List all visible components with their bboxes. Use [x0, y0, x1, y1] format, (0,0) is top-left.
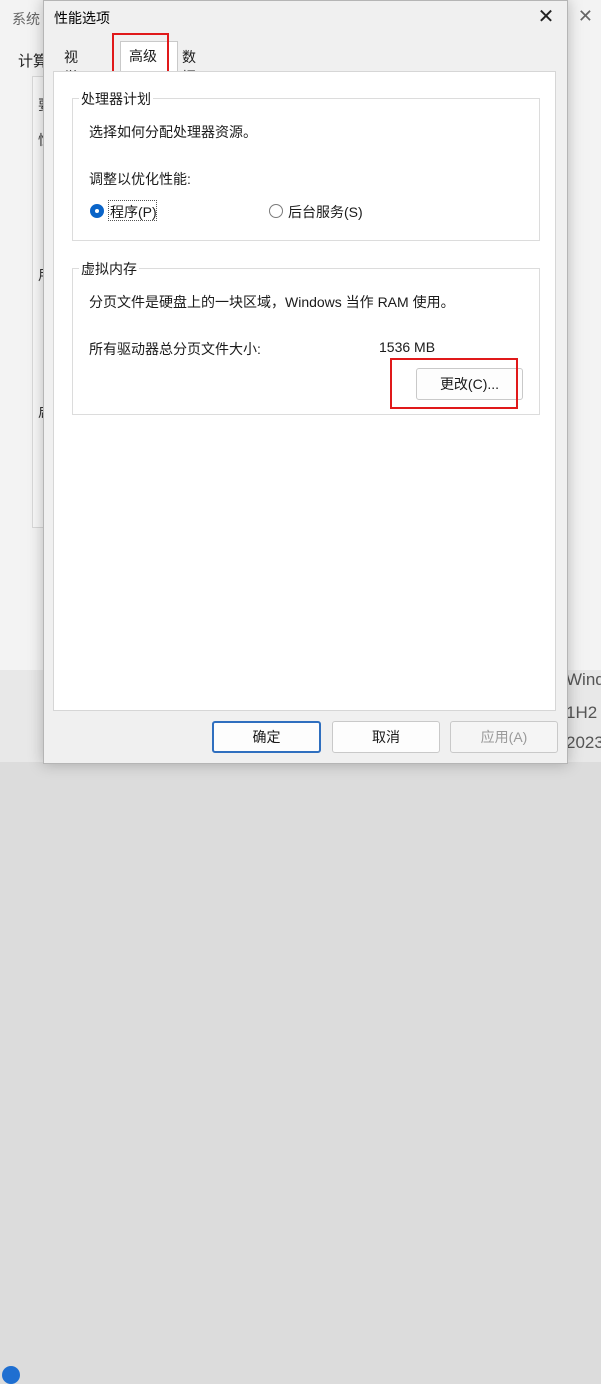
- programs-radio[interactable]: [90, 204, 104, 218]
- adjust-performance-label: 调整以优化性能:: [89, 171, 191, 187]
- dialog-title: 性能选项: [54, 10, 110, 26]
- background-services-radio[interactable]: [269, 204, 283, 218]
- cancel-button[interactable]: 取消: [332, 721, 440, 753]
- processor-scheduling-title: 处理器计划: [79, 89, 153, 109]
- background-close-icon[interactable]: ✕: [578, 6, 593, 27]
- sync-icon: [2, 1366, 20, 1384]
- programs-radio-label[interactable]: 程序(P): [110, 202, 157, 222]
- paging-file-size-label: 所有驱动器总分页文件大小:: [89, 341, 261, 357]
- close-icon[interactable]: ✕: [533, 4, 559, 30]
- dialog-titlebar: 性能选项 ✕: [44, 1, 567, 33]
- virtual-memory-description: 分页文件是硬盘上的一块区域，Windows 当作 RAM 使用。: [89, 294, 455, 310]
- paging-file-size-value: 1536 MB: [379, 339, 436, 355]
- virtual-memory-title: 虚拟内存: [79, 259, 139, 279]
- ok-button[interactable]: 确定: [212, 721, 321, 753]
- processor-scheduling-group: 处理器计划 选择如何分配处理器资源。 调整以优化性能: 程序(P) 后台服务(S…: [72, 89, 540, 241]
- background-footer-text: 2023/8: [566, 733, 601, 752]
- background-window-title: 系统: [12, 11, 40, 27]
- apply-button[interactable]: 应用(A): [450, 721, 558, 753]
- processor-scheduling-description: 选择如何分配处理器资源。: [89, 124, 257, 140]
- background-footer-text: Windo: [566, 670, 601, 689]
- background-services-radio-label[interactable]: 后台服务(S): [288, 202, 363, 222]
- background-footer-text: 1H2: [566, 703, 598, 722]
- change-button-highlight-annotation: [390, 358, 518, 409]
- performance-options-dialog: 性能选项 ✕ 视觉效果 高级 数据执行保护 处理器计划 选择如何分配处理器资源。…: [43, 0, 568, 764]
